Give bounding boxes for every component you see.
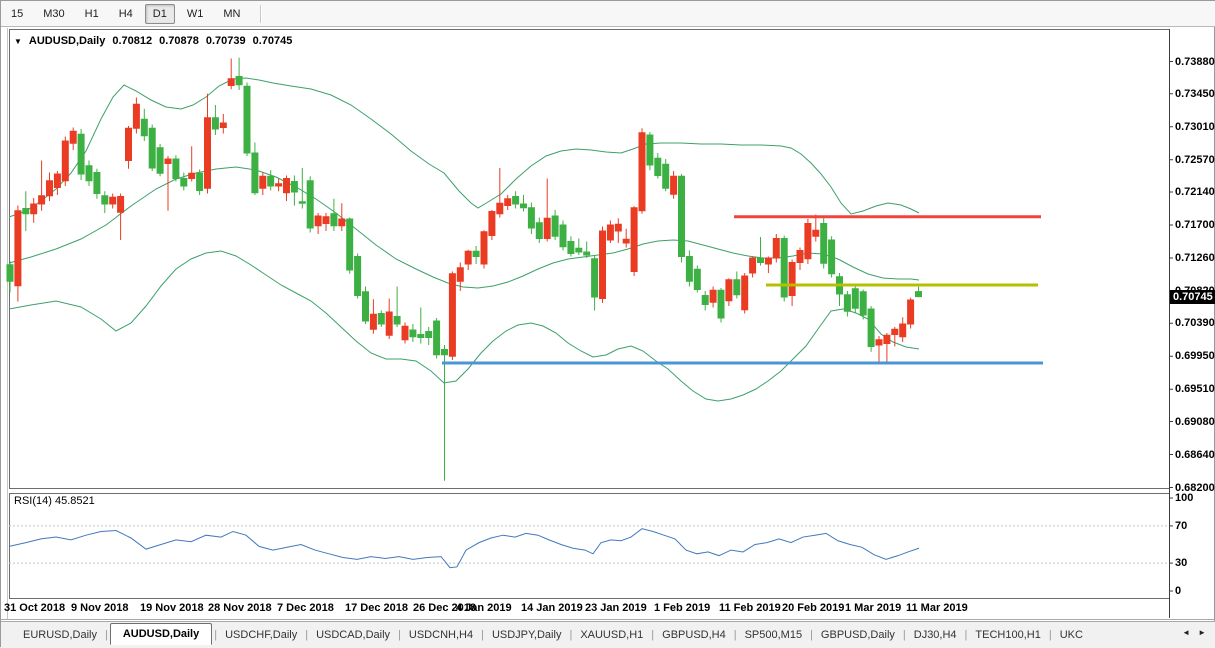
ohlc-low: 0.70739: [206, 35, 246, 47]
date-axis-label: 7 Dec 2018: [277, 602, 334, 614]
tab-scroll-arrows: ◄ ►: [1178, 625, 1210, 640]
price-tick-label: 0.73880: [1175, 56, 1215, 68]
price-tick-label: 0.69950: [1175, 350, 1215, 362]
date-axis-label: 31 Oct 2018: [4, 602, 65, 614]
rsi-line: [9, 529, 919, 568]
ohlc-close: 0.70745: [253, 35, 293, 47]
rsi-tick-label: 100: [1175, 492, 1193, 504]
date-axis-label: 11 Mar 2019: [906, 602, 968, 614]
tab-scroll-right-button[interactable]: ►: [1194, 625, 1210, 640]
chart-title: ▼ AUDUSD,Daily 0.70812 0.70878 0.70739 0…: [14, 35, 299, 47]
rsi-tick-label: 0: [1175, 585, 1181, 597]
price-tick-label: 0.71260: [1175, 252, 1215, 264]
date-axis-label: 19 Nov 2018: [140, 602, 204, 614]
tab-scroll-left-button[interactable]: ◄: [1178, 625, 1194, 640]
date-axis-label: 4 Jan 2019: [456, 602, 512, 614]
date-axis-label: 20 Feb 2019: [782, 602, 844, 614]
current-price-badge: 0.70745: [1170, 290, 1215, 304]
panel-frames: [1, 28, 1215, 620]
chart-canvas[interactable]: [1, 1, 1215, 648]
price-tick-label: 0.73450: [1175, 88, 1215, 100]
price-tick-label: 0.72570: [1175, 154, 1215, 166]
trading-app-window: 15M30H1H4D1W1MN ▼ AUDUSD,Daily 0.70812 0…: [0, 0, 1215, 647]
date-axis-label: 28 Nov 2018: [208, 602, 272, 614]
rsi-indicator-label: RSI(14) 45.8521: [14, 495, 95, 507]
date-axis-label: 11 Feb 2019: [719, 602, 781, 614]
date-axis-label: 17 Dec 2018: [345, 602, 408, 614]
date-axis-label: 9 Nov 2018: [71, 602, 128, 614]
rsi-tick-label: 70: [1175, 520, 1187, 532]
date-axis-label: 14 Jan 2019: [521, 602, 583, 614]
price-tick-label: 0.68640: [1175, 449, 1215, 461]
price-tick-label: 0.72140: [1175, 186, 1215, 198]
price-tick-label: 0.69080: [1175, 416, 1215, 428]
rsi-tick-label: 30: [1175, 557, 1187, 569]
price-tick-label: 0.71700: [1175, 219, 1215, 231]
date-axis-label: 1 Mar 2019: [845, 602, 901, 614]
chart-symbol-label: AUDUSD,Daily: [29, 35, 105, 47]
date-axis-label: 1 Feb 2019: [654, 602, 710, 614]
date-axis-label: 23 Jan 2019: [585, 602, 647, 614]
price-tick-label: 0.70390: [1175, 317, 1215, 329]
chart-dropdown-icon: ▼: [14, 37, 22, 46]
ohlc-open: 0.70812: [112, 35, 152, 47]
candlestick-series: [7, 58, 922, 481]
price-tick-label: 0.73010: [1175, 121, 1215, 133]
price-tick-label: 0.69510: [1175, 383, 1215, 395]
ohlc-high: 0.70878: [159, 35, 199, 47]
